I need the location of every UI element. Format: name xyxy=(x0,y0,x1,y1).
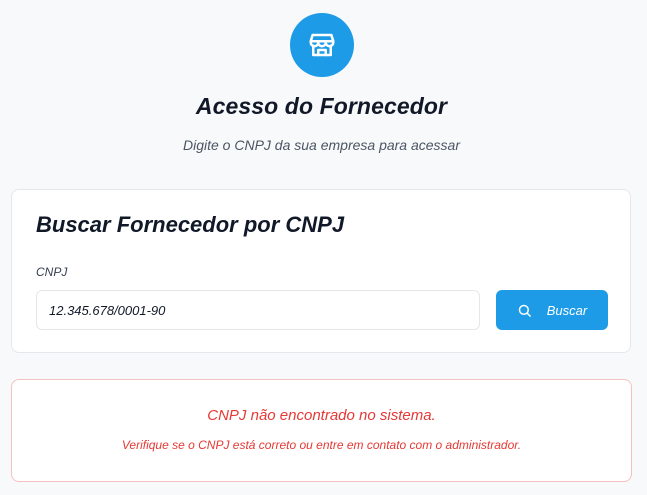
cnpj-label: CNPJ xyxy=(36,265,68,279)
store-icon xyxy=(307,30,337,60)
cnpj-input[interactable] xyxy=(36,290,480,330)
error-detail: Verifique se o CNPJ está correto ou entr… xyxy=(121,438,522,452)
search-icon xyxy=(517,303,532,318)
error-title: CNPJ não encontrado no sistema. xyxy=(207,407,436,424)
search-button-label: Buscar xyxy=(546,302,588,318)
supplier-access-page: Acesso do Fornecedor Digite o CNPJ da su… xyxy=(0,0,647,495)
store-logo xyxy=(290,13,354,77)
search-button[interactable]: Buscar xyxy=(496,290,608,330)
page-title: Acesso do Fornecedor xyxy=(195,93,448,119)
page-subtitle: Digite o CNPJ da sua empresa para acessa… xyxy=(182,137,461,153)
search-card: Buscar Fornecedor por CNPJ CNPJ Buscar xyxy=(11,189,631,353)
card-title: Buscar Fornecedor por CNPJ xyxy=(36,212,345,237)
error-alert: CNPJ não encontrado no sistema. Verifiqu… xyxy=(11,379,632,482)
